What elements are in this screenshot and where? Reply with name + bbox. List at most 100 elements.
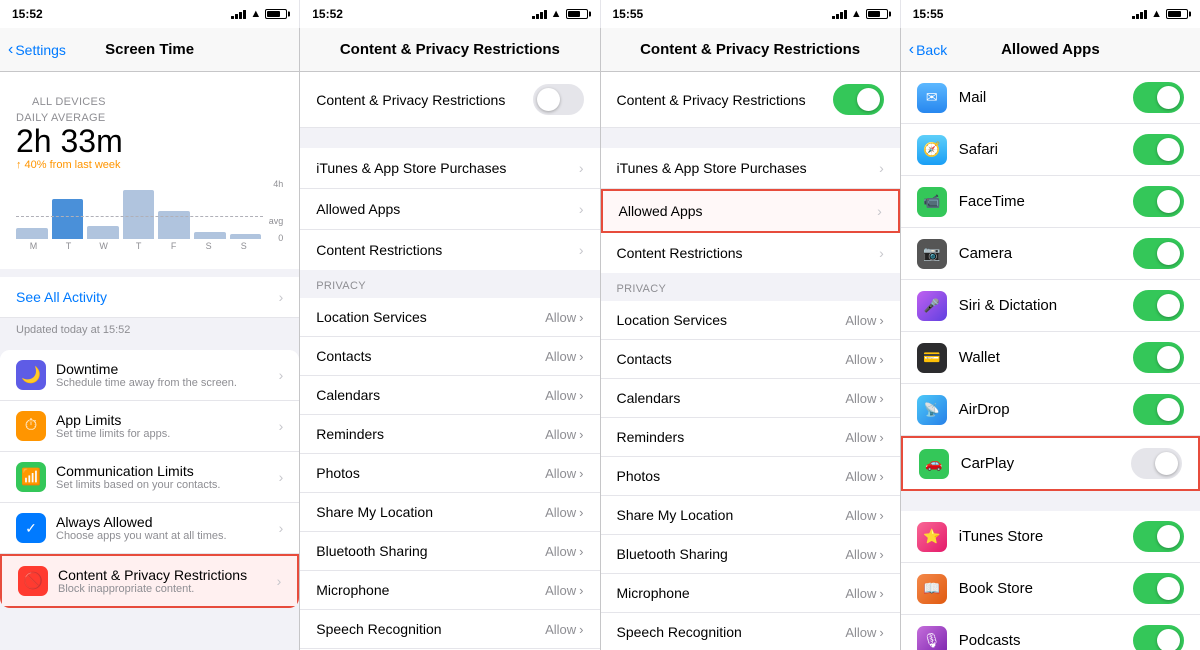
always-allowed-subtitle: Choose apps you want at all times.: [56, 530, 279, 542]
contacts-on-chevron-icon: ›: [879, 352, 883, 367]
app-row-carplay[interactable]: 🚗 CarPlay: [901, 436, 1200, 491]
app-row-siri[interactable]: 🎤 Siri & Dictation: [901, 280, 1200, 332]
app-row-podcasts[interactable]: 🎙 Podcasts: [901, 615, 1200, 650]
app-limits-title: App Limits: [56, 412, 279, 428]
contacts-item-on[interactable]: Contacts Allow ›: [601, 340, 900, 379]
restrictions-toggle-on[interactable]: [833, 84, 884, 115]
app-row-wallet[interactable]: 💳 Wallet: [901, 332, 1200, 384]
app-row-safari[interactable]: 🧭 Safari: [901, 124, 1200, 176]
bluetooth-on-chevron-icon: ›: [879, 547, 883, 562]
allowed-apps-label: Allowed Apps: [316, 201, 400, 217]
carplay-toggle[interactable]: [1131, 448, 1182, 479]
itunes-toggle[interactable]: [1133, 521, 1184, 552]
daily-avg-time: 2h 33m: [16, 124, 283, 159]
app-row-camera[interactable]: 📷 Camera: [901, 228, 1200, 280]
content-privacy-chevron-icon: ›: [277, 573, 282, 589]
bookstore-app-name: Book Store: [959, 580, 1133, 597]
back-label: Settings: [15, 42, 66, 58]
itunes-app-icon: ⭐: [917, 522, 947, 552]
wallet-toggle[interactable]: [1133, 342, 1184, 373]
microphone-item-off[interactable]: Microphone Allow ›: [300, 571, 599, 610]
restrictions-toggle-off[interactable]: [533, 84, 584, 115]
app-row-itunes[interactable]: ⭐ iTunes Store: [901, 511, 1200, 563]
app-row-mail[interactable]: ✉ Mail: [901, 72, 1200, 124]
photos-item-off[interactable]: Photos Allow ›: [300, 454, 599, 493]
bookstore-app-icon: 📖: [917, 574, 947, 604]
day-S2: S: [226, 241, 261, 251]
share-location-item-off[interactable]: Share My Location Allow ›: [300, 493, 599, 532]
camera-app-icon: 📷: [917, 239, 947, 269]
menu-comm-limits[interactable]: 📶 Communication Limits Set limits based …: [0, 452, 299, 503]
bookstore-toggle[interactable]: [1133, 573, 1184, 604]
allowed-apps-item[interactable]: Allowed Apps ›: [300, 189, 599, 230]
podcasts-app-icon: 🎙: [917, 626, 947, 650]
itunes-purchases-label-on: iTunes & App Store Purchases: [617, 160, 807, 176]
allowed-apps-title: Allowed Apps: [1001, 41, 1100, 58]
reminders-item-off[interactable]: Reminders Allow ›: [300, 415, 599, 454]
location-services-item-on[interactable]: Location Services Allow ›: [601, 301, 900, 340]
downtime-icon: 🌙: [16, 360, 46, 390]
menu-always-allowed[interactable]: ✓ Always Allowed Choose apps you want at…: [0, 503, 299, 554]
siri-toggle[interactable]: [1133, 290, 1184, 321]
reminders-chevron-icon: ›: [579, 427, 583, 442]
bluetooth-item-off[interactable]: Bluetooth Sharing Allow ›: [300, 532, 599, 571]
reminders-item-on[interactable]: Reminders Allow ›: [601, 418, 900, 457]
contacts-item-off[interactable]: Contacts Allow ›: [300, 337, 599, 376]
app-row-bookstore[interactable]: 📖 Book Store: [901, 563, 1200, 615]
content-privacy-on-title: Content & Privacy Restrictions: [640, 41, 860, 58]
speech-item-off[interactable]: Speech Recognition Allow ›: [300, 610, 599, 649]
navbar-content-privacy-off: Content & Privacy Restrictions: [300, 28, 599, 72]
downtime-text: Downtime Schedule time away from the scr…: [56, 361, 279, 389]
facetime-toggle[interactable]: [1133, 186, 1184, 217]
photos-item-on[interactable]: Photos Allow ›: [601, 457, 900, 496]
share-location-item-on[interactable]: Share My Location Allow ›: [601, 496, 900, 535]
itunes-purchases-item-on[interactable]: iTunes & App Store Purchases ›: [601, 148, 900, 189]
allowed-apps-right: ›: [579, 201, 584, 217]
always-allowed-icon: ✓: [16, 513, 46, 543]
back-to-content-privacy[interactable]: ‹ Back: [909, 42, 947, 58]
itunes-purchases-item[interactable]: iTunes & App Store Purchases ›: [300, 148, 599, 189]
speech-item-on[interactable]: Speech Recognition Allow ›: [601, 613, 900, 650]
content-privacy-subtitle: Block inappropriate content.: [58, 583, 277, 595]
content-restrictions-item-on[interactable]: Content Restrictions ›: [601, 233, 900, 273]
status-icons-3: ▲: [832, 8, 888, 20]
microphone-item-on[interactable]: Microphone Allow ›: [601, 574, 900, 613]
calendars-item-on[interactable]: Calendars Allow ›: [601, 379, 900, 418]
always-allowed-chevron-icon: ›: [279, 520, 284, 536]
calendars-item-off[interactable]: Calendars Allow ›: [300, 376, 599, 415]
battery-icon-3: [866, 9, 888, 19]
status-panel-1: 15:52 ▲: [0, 0, 300, 28]
see-all-activity[interactable]: See All Activity ›: [0, 277, 299, 318]
airdrop-toggle[interactable]: [1133, 394, 1184, 425]
chart-area: 4h 0 avg: [16, 177, 283, 257]
app-row-airdrop[interactable]: 📡 AirDrop: [901, 384, 1200, 436]
share-location-chevron-icon: ›: [579, 505, 583, 520]
apps-list-group2: ⭐ iTunes Store 📖 Book Store 🎙: [901, 511, 1200, 650]
app-row-facetime[interactable]: 📹 FaceTime: [901, 176, 1200, 228]
chart-y-4h: 4h: [273, 179, 283, 189]
location-services-item-off[interactable]: Location Services Allow ›: [300, 298, 599, 337]
menu-content-privacy[interactable]: 🚫 Content & Privacy Restrictions Block i…: [0, 554, 299, 608]
panels-container: ‹ Settings Screen Time ALL DEVICES Daily…: [0, 28, 1200, 650]
restrictions-toggle-row-off[interactable]: Content & Privacy Restrictions: [300, 72, 599, 128]
safari-app-name: Safari: [959, 141, 1133, 158]
updated-text: Updated today at 15:52: [0, 318, 299, 342]
content-restrictions-on-chevron-icon: ›: [879, 245, 884, 261]
menu-app-limits[interactable]: ⏱ App Limits Set time limits for apps. ›: [0, 401, 299, 452]
podcasts-toggle[interactable]: [1133, 625, 1184, 650]
restrictions-toggle-row-on[interactable]: Content & Privacy Restrictions: [601, 72, 900, 128]
privacy-chevron-icon: ›: [579, 310, 583, 325]
back-to-settings[interactable]: ‹ Settings: [8, 42, 66, 58]
bluetooth-item-on[interactable]: Bluetooth Sharing Allow ›: [601, 535, 900, 574]
day-F: F: [156, 241, 191, 251]
content-restrictions-item[interactable]: Content Restrictions ›: [300, 230, 599, 270]
allowed-apps-item-on[interactable]: Allowed Apps ›: [601, 189, 900, 233]
status-panel-3: 15:55 ▲: [601, 0, 901, 28]
camera-toggle[interactable]: [1133, 238, 1184, 269]
safari-toggle[interactable]: [1133, 134, 1184, 165]
chart-avg-line: [16, 216, 263, 217]
mail-toggle[interactable]: [1133, 82, 1184, 113]
menu-downtime[interactable]: 🌙 Downtime Schedule time away from the s…: [0, 350, 299, 401]
battery-icon-4: [1166, 9, 1188, 19]
see-all-label: See All Activity: [16, 289, 107, 305]
